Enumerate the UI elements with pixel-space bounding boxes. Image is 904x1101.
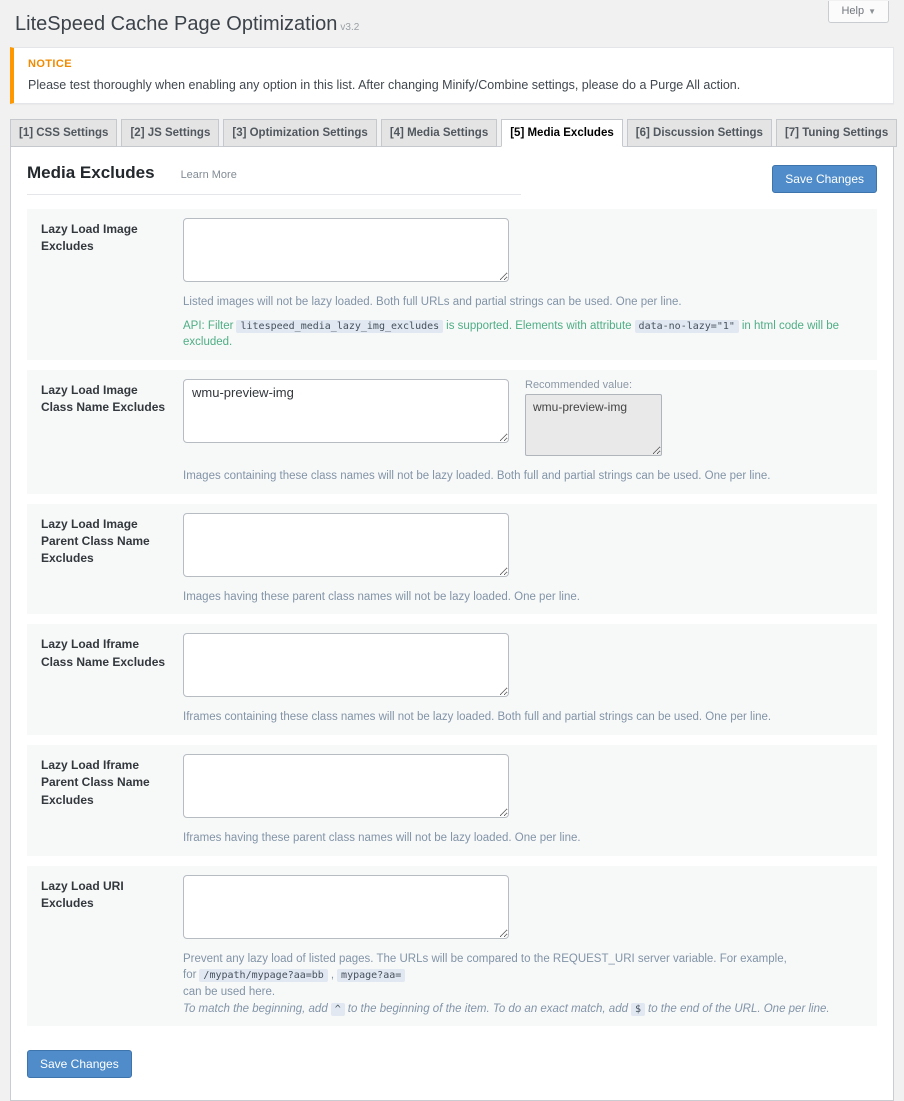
setting-description: Prevent any lazy load of listed pages. T…	[183, 951, 863, 984]
tab-tuning-settings[interactable]: [7] Tuning Settings	[776, 119, 897, 147]
tab-discussion-settings[interactable]: [6] Discussion Settings	[627, 119, 772, 147]
section-lazy-load-iframe-parent-class-name-excludes: Lazy Load Iframe Parent Class Name Exclu…	[27, 745, 877, 856]
tab-optimization-settings[interactable]: [3] Optimization Settings	[223, 119, 376, 147]
panel-head: Media Excludes Learn More Save Changes	[27, 163, 877, 195]
page-header: LiteSpeed Cache Page Optimizationv3.2	[0, 0, 904, 47]
lazy-load-image-excludes-textarea[interactable]	[183, 218, 509, 282]
hint-text: To match the beginning, add	[183, 1003, 328, 1015]
setting-label: Lazy Load Iframe Parent Class Name Exclu…	[41, 754, 183, 847]
setting-description: Iframes having these parent class names …	[183, 830, 863, 847]
example-url-code: mypage?aa=	[337, 969, 405, 982]
api-note-text: API: Filter	[183, 320, 233, 332]
lazy-load-iframe-class-name-excludes-textarea[interactable]	[183, 633, 509, 697]
notice-label: NOTICE	[28, 58, 879, 70]
setting-label: Lazy Load Image Class Name Excludes	[41, 379, 183, 485]
description-text: ,	[331, 969, 334, 981]
setting-description: Iframes containing these class names wil…	[183, 709, 863, 726]
setting-api-note: API: Filterlitespeed_media_lazy_img_excl…	[183, 318, 863, 351]
setting-label: Lazy Load Iframe Class Name Excludes	[41, 633, 183, 726]
api-note-text: is supported. Elements with attribute	[446, 320, 631, 332]
section-lazy-load-uri-excludes: Lazy Load URI Excludes Prevent any lazy …	[27, 866, 877, 1027]
lazy-load-image-class-name-excludes-textarea[interactable]	[183, 379, 509, 443]
tab-media-settings[interactable]: [4] Media Settings	[381, 119, 497, 147]
notice-message: Please test thoroughly when enabling any…	[28, 78, 879, 92]
setting-description-continued: can be used here.	[183, 984, 863, 1001]
setting-description: Images having these parent class names w…	[183, 589, 863, 606]
hint-text: to the end of the URL. One per line.	[648, 1003, 830, 1015]
recommended-value-textarea[interactable]	[525, 394, 662, 456]
learn-more-link[interactable]: Learn More	[181, 169, 237, 181]
panel-heading: Media Excludes	[27, 163, 155, 183]
notice-banner: NOTICE Please test thoroughly when enabl…	[10, 47, 894, 104]
tab-media-excludes[interactable]: [5] Media Excludes	[501, 119, 623, 147]
caret-code: ^	[331, 1003, 345, 1016]
tab-js-settings[interactable]: [2] JS Settings	[121, 119, 219, 147]
setting-description: Images containing these class names will…	[183, 468, 863, 485]
save-changes-button-top[interactable]: Save Changes	[772, 165, 877, 193]
page-title: LiteSpeed Cache Page Optimization	[15, 13, 337, 35]
section-lazy-load-image-class-name-excludes: Lazy Load Image Class Name Excludes Reco…	[27, 370, 877, 494]
section-lazy-load-iframe-class-name-excludes: Lazy Load Iframe Class Name Excludes Ifr…	[27, 624, 877, 735]
media-excludes-panel: Media Excludes Learn More Save Changes L…	[10, 146, 894, 1101]
save-changes-button-bottom[interactable]: Save Changes	[27, 1050, 132, 1078]
help-button-label: Help	[841, 5, 864, 17]
recommended-value-label: Recommended value:	[525, 379, 675, 391]
setting-label: Lazy Load URI Excludes	[41, 875, 183, 1018]
tab-css-settings[interactable]: [1] CSS Settings	[10, 119, 117, 147]
setting-label: Lazy Load Image Excludes	[41, 218, 183, 351]
setting-description: Listed images will not be lazy loaded. B…	[183, 294, 863, 311]
hint-text: to the beginning of the item. To do an e…	[348, 1003, 628, 1015]
help-button[interactable]: Help ▼	[828, 1, 889, 23]
plugin-version: v3.2	[340, 22, 359, 33]
match-hint: To match the beginning, add^to the begin…	[183, 1001, 863, 1018]
chevron-down-icon: ▼	[868, 7, 876, 16]
setting-label: Lazy Load Image Parent Class Name Exclud…	[41, 513, 183, 606]
dollar-code: $	[631, 1003, 645, 1016]
lazy-load-image-parent-class-name-excludes-textarea[interactable]	[183, 513, 509, 577]
settings-tab-bar: [1] CSS Settings [2] JS Settings [3] Opt…	[10, 119, 894, 147]
filter-code: litespeed_media_lazy_img_excludes	[236, 320, 443, 333]
example-url-code: /mypath/mypage?aa=bb	[199, 969, 327, 982]
attribute-code: data-no-lazy="1"	[635, 320, 739, 333]
lazy-load-uri-excludes-textarea[interactable]	[183, 875, 509, 939]
section-lazy-load-image-parent-class-name-excludes: Lazy Load Image Parent Class Name Exclud…	[27, 504, 877, 615]
section-lazy-load-image-excludes: Lazy Load Image Excludes Listed images w…	[27, 209, 877, 360]
lazy-load-iframe-parent-class-name-excludes-textarea[interactable]	[183, 754, 509, 818]
recommended-value-column: Recommended value:	[525, 379, 675, 461]
